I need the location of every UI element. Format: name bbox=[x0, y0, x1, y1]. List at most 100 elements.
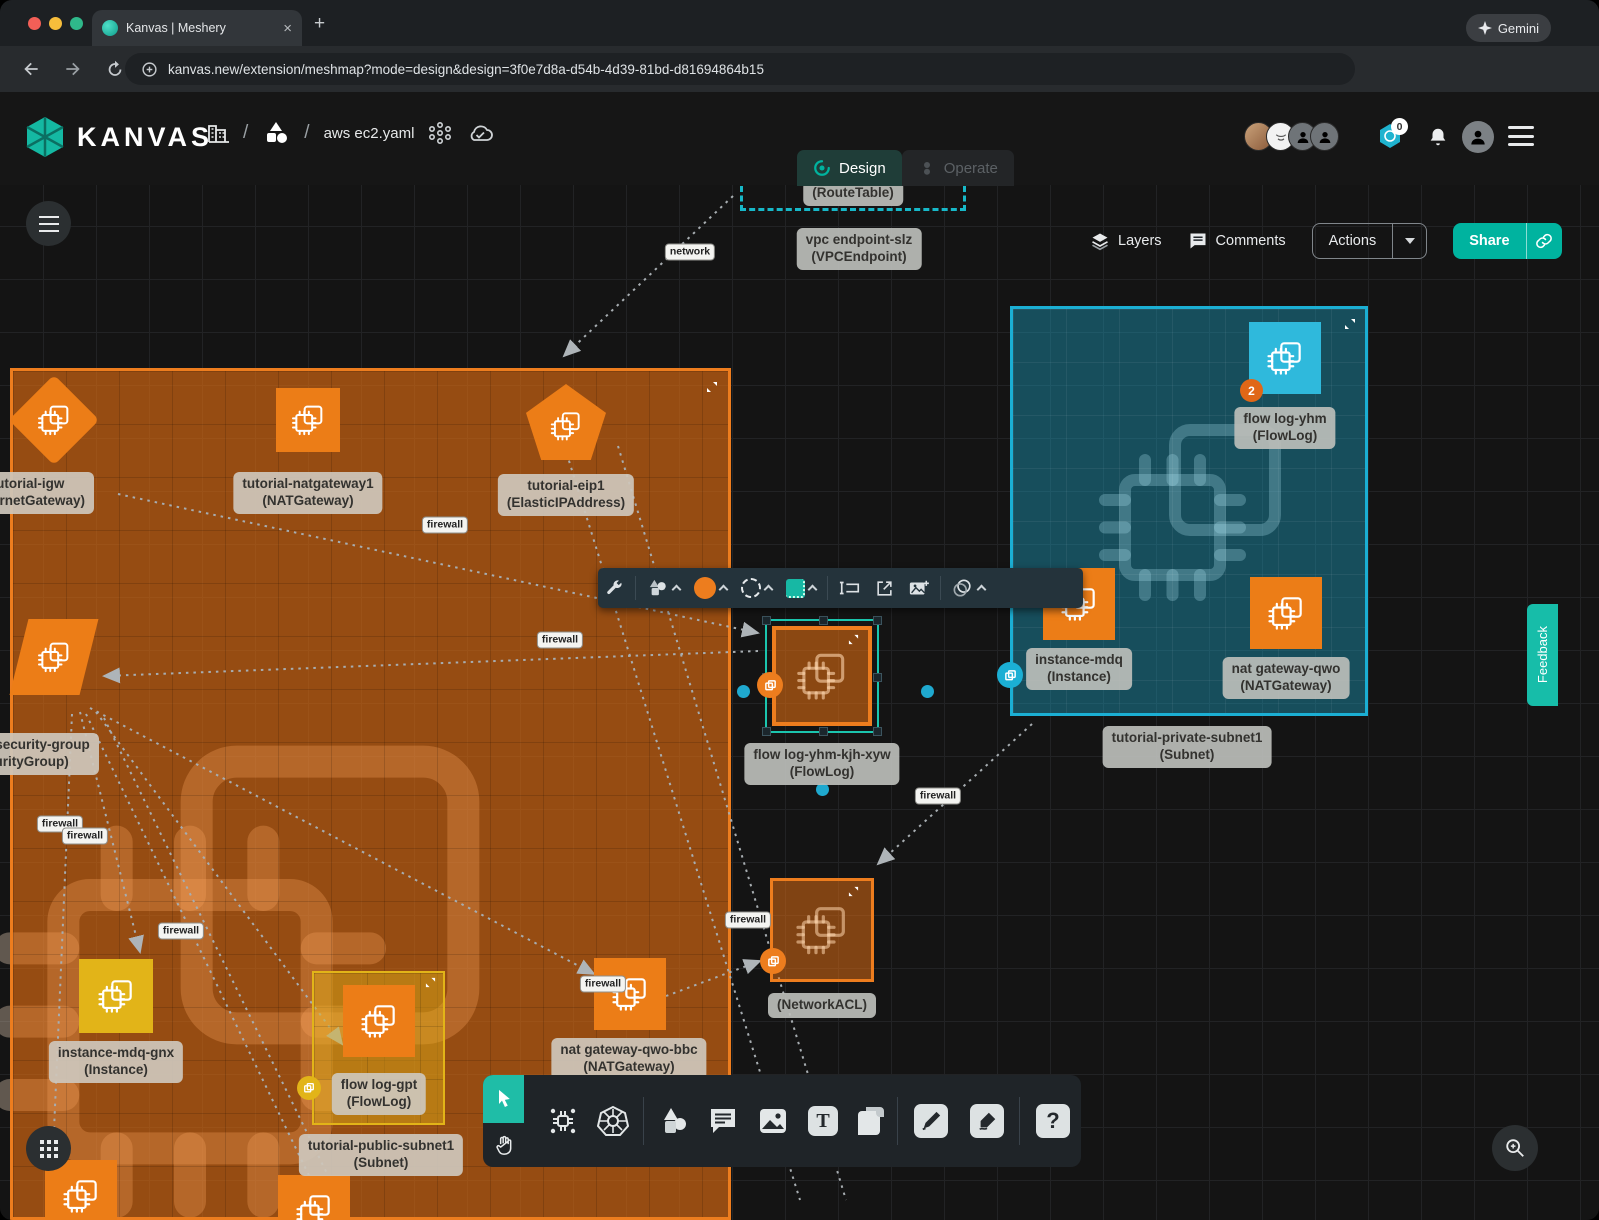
site-info-icon[interactable] bbox=[141, 61, 158, 78]
collapse-icon[interactable] bbox=[848, 886, 859, 897]
collapse-icon[interactable] bbox=[425, 977, 436, 988]
collaborator-avatars[interactable] bbox=[1251, 122, 1339, 151]
design-canvas[interactable]: (RouteTable) vpc endpoint-slz(VPCEndpoin… bbox=[0, 185, 1599, 1220]
image-tool-button[interactable] bbox=[751, 1075, 795, 1167]
node-label-public-subnet[interactable]: tutorial-public-subnet1(Subnet) bbox=[299, 1134, 463, 1176]
shapes-tool-button[interactable] bbox=[653, 1075, 697, 1167]
freehand-draw-tool-button[interactable] bbox=[963, 1075, 1011, 1167]
node-natgateway-bbc[interactable] bbox=[594, 958, 666, 1030]
tab-close-icon[interactable]: × bbox=[283, 20, 292, 37]
node-label-natgateway1[interactable]: tutorial-natgateway1(NATGateway) bbox=[233, 472, 382, 514]
node-label-instance-mdq[interactable]: instance-mdq(Instance) bbox=[1026, 648, 1132, 690]
node-label-security-group[interactable]: tutorial-security-group(SecurityGroup) bbox=[0, 733, 99, 775]
kubernetes-tool-button[interactable] bbox=[591, 1075, 635, 1167]
edge-label-firewall[interactable]: firewall bbox=[422, 517, 468, 534]
networkacl-badge[interactable] bbox=[760, 948, 786, 974]
reload-icon[interactable] bbox=[104, 60, 126, 79]
canvas-menu-button[interactable] bbox=[26, 201, 71, 246]
cursor-icon bbox=[494, 1088, 514, 1110]
apps-grid-button[interactable] bbox=[26, 1126, 71, 1171]
user-avatar[interactable] bbox=[1462, 121, 1494, 153]
border-style-swatch[interactable] bbox=[741, 578, 772, 598]
shapes-style-icon[interactable] bbox=[647, 578, 680, 598]
node-natgateway-qwo[interactable] bbox=[1250, 577, 1322, 649]
workspace-shapes-icon[interactable] bbox=[262, 120, 290, 146]
edge-label-firewall[interactable]: firewall bbox=[62, 828, 108, 845]
node-instance-gnx[interactable] bbox=[79, 959, 153, 1033]
feedback-tab[interactable]: Feedback bbox=[1527, 604, 1558, 706]
zoom-search-button[interactable] bbox=[1492, 1125, 1538, 1171]
add-image-icon[interactable] bbox=[908, 579, 929, 598]
node-label-private-subnet[interactable]: tutorial-private-subnet1(Subnet) bbox=[1103, 726, 1272, 768]
header-menu-icon[interactable] bbox=[1508, 126, 1534, 146]
tab-design[interactable]: Design bbox=[797, 150, 902, 186]
bell-icon[interactable] bbox=[1427, 125, 1449, 149]
text-tool-button[interactable]: T bbox=[801, 1075, 845, 1167]
node-label-networkacl[interactable]: (NetworkACL) bbox=[768, 993, 876, 1018]
edge-label-network[interactable]: network bbox=[665, 244, 715, 261]
node-label-igw[interactable]: tutorial-igw(InternetGateway) bbox=[0, 472, 94, 514]
flowlog-gpt-badge[interactable] bbox=[297, 1076, 321, 1100]
edge-label-firewall[interactable]: firewall bbox=[725, 912, 771, 929]
edge-label-firewall[interactable]: firewall bbox=[537, 632, 583, 649]
node-flowlog-gpt[interactable] bbox=[343, 985, 415, 1057]
actions-caret[interactable] bbox=[1392, 224, 1426, 258]
share-link-icon[interactable] bbox=[1526, 223, 1562, 259]
collapse-icon[interactable] bbox=[1344, 318, 1356, 330]
collapse-icon[interactable] bbox=[848, 634, 859, 645]
browser-tab[interactable]: Kanvas | Meshery × bbox=[92, 10, 302, 46]
comments-button[interactable]: Comments bbox=[1188, 231, 1286, 251]
design-file-name[interactable]: aws ec2.yaml bbox=[324, 125, 415, 142]
edge-label-firewall[interactable]: firewall bbox=[915, 788, 961, 805]
tab-operate[interactable]: Operate bbox=[902, 150, 1014, 186]
node-label-eip1[interactable]: tutorial-eip1(ElasticIPAddress) bbox=[498, 474, 634, 516]
maximize-button[interactable] bbox=[70, 17, 83, 30]
node-label-flowlog-yhm[interactable]: flow log-yhm(FlowLog) bbox=[1234, 407, 1335, 449]
forward-icon[interactable] bbox=[62, 59, 84, 79]
selection-frame[interactable] bbox=[765, 619, 879, 733]
new-tab-button[interactable]: + bbox=[314, 14, 325, 33]
node-label-natgateway-qwo[interactable]: nat gateway-qwo(NATGateway) bbox=[1223, 657, 1350, 699]
help-tool-button[interactable]: ? bbox=[1029, 1075, 1077, 1167]
components-tool-button[interactable] bbox=[541, 1075, 585, 1167]
back-icon[interactable] bbox=[20, 59, 42, 79]
layers-button[interactable]: Layers bbox=[1090, 231, 1162, 251]
annotate-pen-tool-button[interactable] bbox=[907, 1075, 955, 1167]
pan-tool-button[interactable] bbox=[483, 1123, 524, 1167]
node-label-flowlog-kjh[interactable]: flow log-yhm-kjh-xyw(FlowLog) bbox=[744, 743, 899, 785]
edge-label-firewall[interactable]: firewall bbox=[580, 976, 626, 993]
background-style-swatch[interactable] bbox=[786, 579, 816, 598]
gemini-button[interactable]: Gemini bbox=[1466, 14, 1551, 42]
actions-dropdown[interactable]: Actions bbox=[1312, 223, 1428, 259]
flowlog-yhm-count-badge[interactable]: 2 bbox=[1240, 379, 1263, 402]
node-label-routetable[interactable]: (RouteTable) bbox=[803, 185, 903, 206]
configure-wrench-icon[interactable] bbox=[605, 579, 624, 598]
node-label-instance-gnx[interactable]: instance-mdq-gnx(Instance) bbox=[49, 1041, 183, 1083]
kanvas-logo[interactable]: KANVAS bbox=[25, 116, 213, 158]
subnet-private-badge[interactable] bbox=[997, 662, 1023, 688]
node-label-natgateway-bbc[interactable]: nat gateway-qwo-bbc(NATGateway) bbox=[551, 1038, 706, 1080]
collaborator-avatar[interactable] bbox=[1310, 122, 1339, 151]
mesh-sync-icon[interactable] bbox=[428, 121, 452, 145]
url-field[interactable]: kanvas.new/extension/meshmap?mode=design… bbox=[125, 53, 1355, 85]
select-tool-button[interactable] bbox=[483, 1075, 524, 1123]
minimize-button[interactable] bbox=[49, 17, 62, 30]
node-label-flowlog-gpt[interactable]: flow log-gpt(FlowLog) bbox=[332, 1073, 426, 1115]
fill-color-swatch[interactable] bbox=[694, 577, 727, 599]
flowlog-kjh-badge[interactable] bbox=[757, 672, 783, 698]
node-partial-bottom[interactable] bbox=[278, 1175, 350, 1220]
cloud-sync-icon[interactable] bbox=[466, 121, 494, 145]
rename-icon[interactable] bbox=[839, 579, 861, 597]
node-label-vpcendpoint[interactable]: vpc endpoint-slz(VPCEndpoint) bbox=[797, 228, 922, 270]
lasso-tool-icon[interactable] bbox=[952, 578, 985, 598]
open-in-new-icon[interactable] bbox=[875, 579, 894, 598]
comment-tool-button[interactable] bbox=[701, 1075, 745, 1167]
notification-badge[interactable]: 0 bbox=[1377, 123, 1403, 154]
close-button[interactable] bbox=[28, 17, 41, 30]
edge-label-firewall[interactable]: firewall bbox=[158, 923, 204, 940]
share-button[interactable]: Share bbox=[1453, 223, 1561, 259]
node-natgateway1[interactable] bbox=[276, 388, 340, 452]
sticky-note-tool-button[interactable] bbox=[847, 1075, 891, 1167]
organization-icon[interactable] bbox=[205, 120, 229, 146]
collapse-icon[interactable] bbox=[706, 381, 718, 393]
